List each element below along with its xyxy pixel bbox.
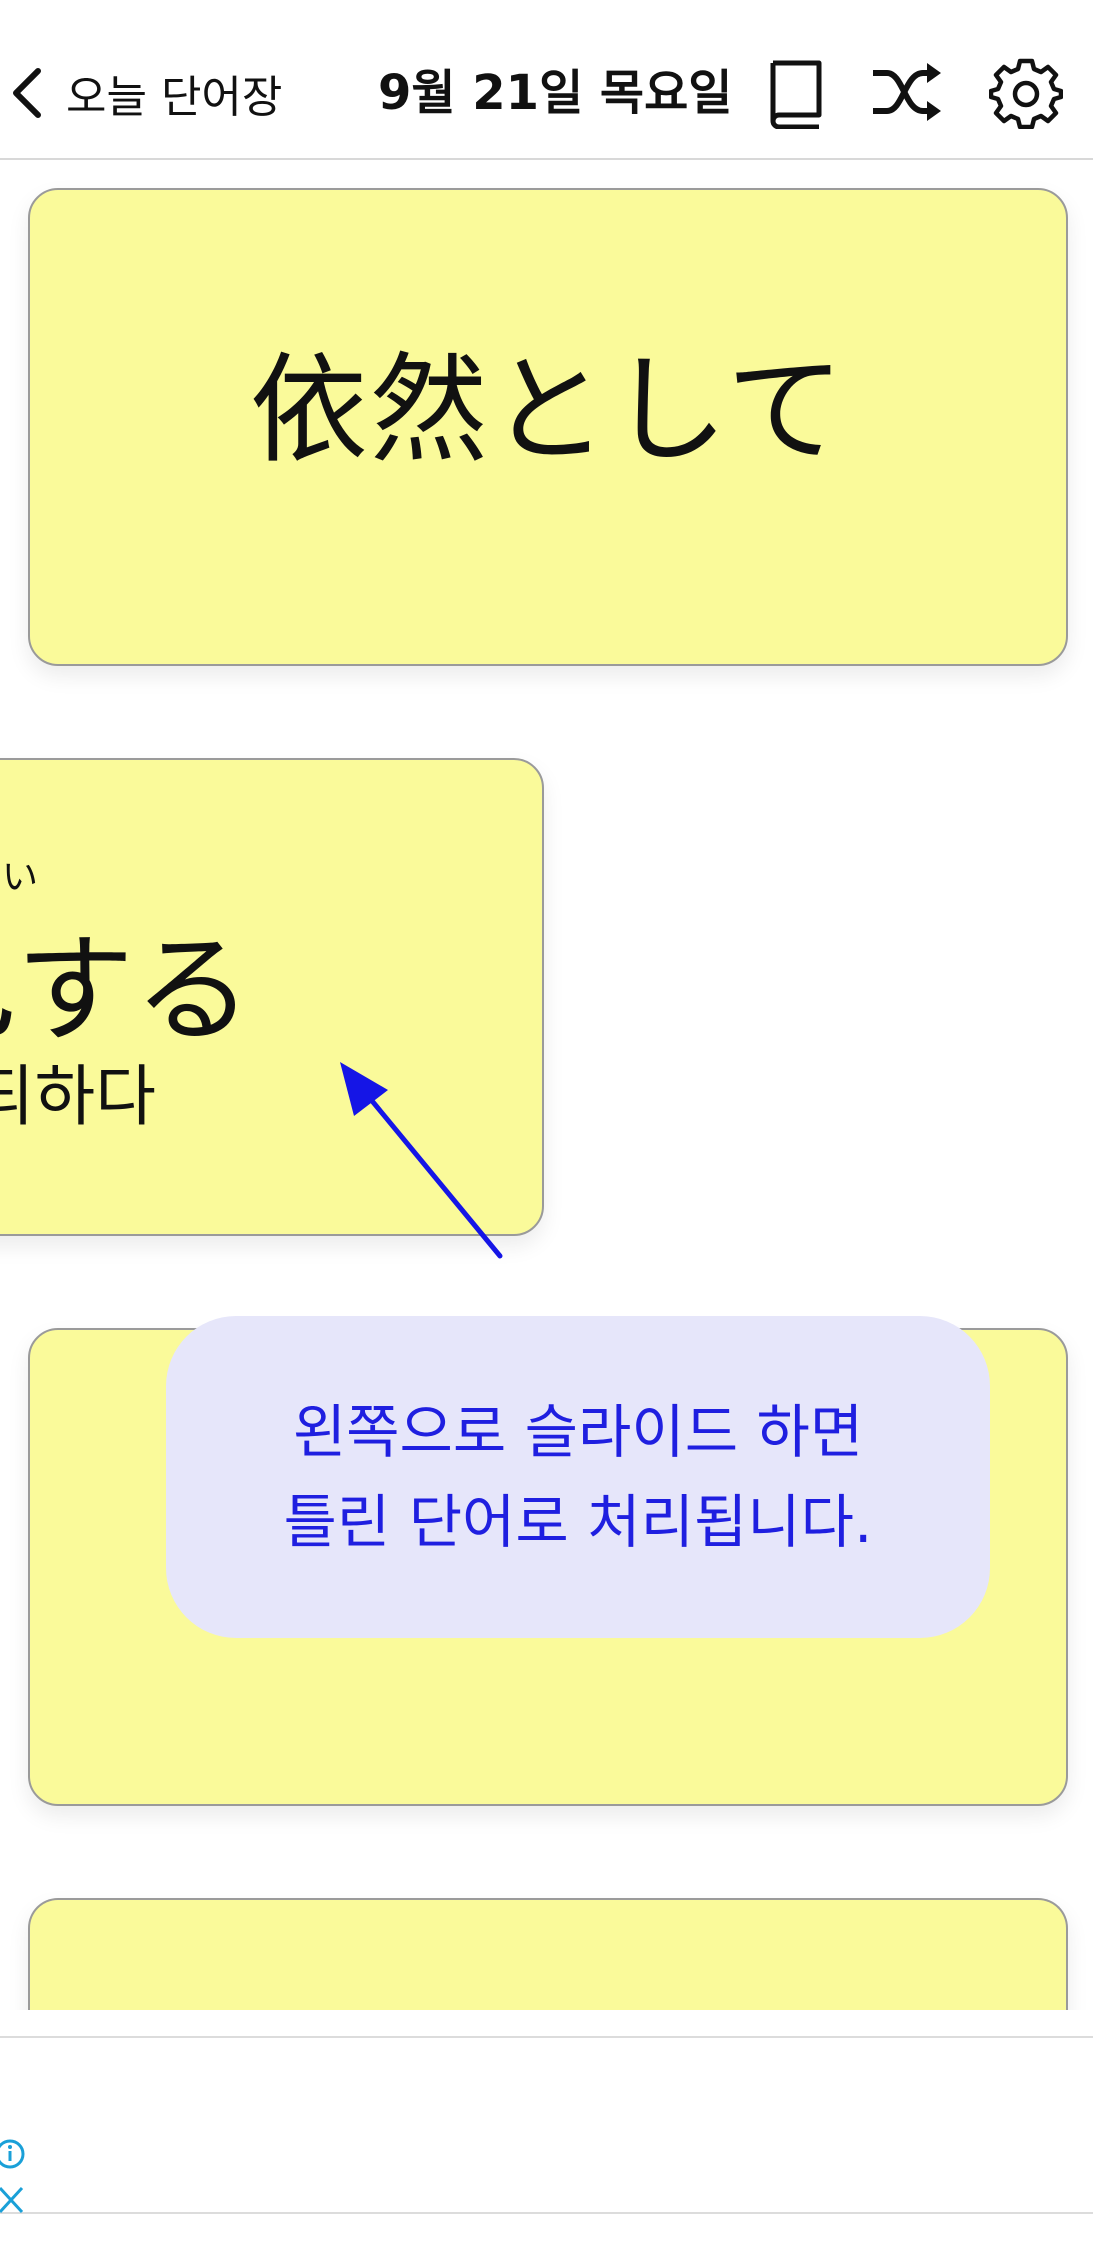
shuffle-icon [873,63,941,121]
tooltip-text: 왼쪽으로 슬라이드 하면 틀린 단어로 처리됩니다. [283,1398,873,1556]
close-icon[interactable] [0,2186,28,2216]
card-word: 依然として [249,341,847,479]
card-furigana: い [2,857,39,898]
word-card[interactable]: 依然として [28,188,1068,666]
card-word: ⺋する [0,921,252,1059]
book-icon [770,60,822,129]
back-button[interactable]: 오늘 단어장 [8,58,308,128]
swipe-hint-tooltip: 왼쪽으로 슬라이드 하면 틀린 단어로 처리됩니다. [166,1316,990,1638]
settings-button[interactable] [986,52,1066,132]
card-list[interactable]: 依然として い ⺋する 되하다 [0,160,1093,2010]
card-meaning: 되하다 [0,1058,156,1135]
swipe-hint-arrow [340,1062,503,1259]
info-icon[interactable] [0,2138,28,2170]
wordbook-button[interactable] [756,52,836,132]
shuffle-button[interactable] [866,52,946,132]
word-card[interactable] [28,1898,1068,2010]
top-navigation-bar: 오늘 단어장 9월 21일 목요일 [0,0,1093,160]
page-title: 9월 21일 목요일 [378,65,733,121]
gear-icon [989,58,1063,129]
ad-banner[interactable] [0,2036,1093,2214]
chevron-left-icon [13,68,41,118]
back-label: 오늘 단어장 [66,72,283,123]
